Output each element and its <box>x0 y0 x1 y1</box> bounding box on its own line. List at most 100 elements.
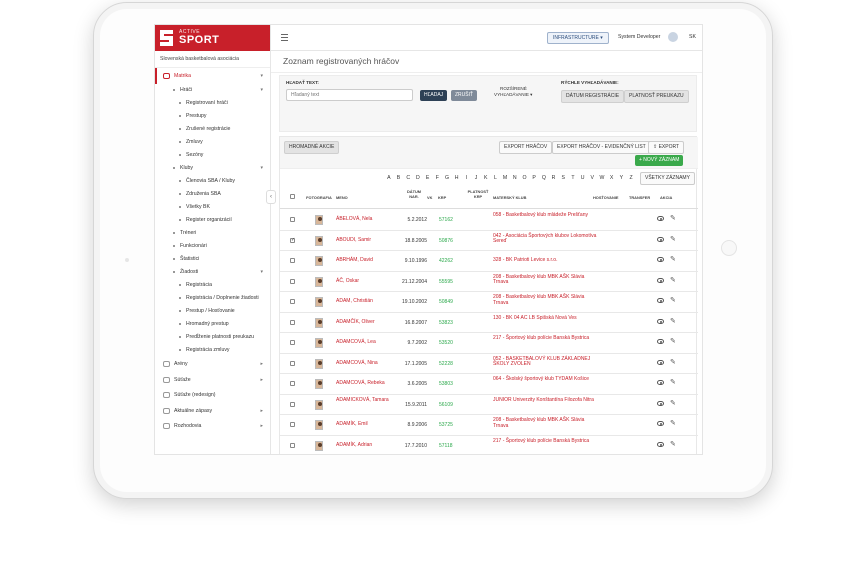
edit-pencil-icon[interactable]: ✎ <box>670 255 676 263</box>
player-club[interactable]: 042 - Asociácia Športových klubov Lokomo… <box>493 233 597 246</box>
infrastructure-dropdown[interactable]: INFRASTRUCTURE ▾ <box>547 32 609 44</box>
sidebar-item[interactable]: Súťaže ▸ <box>155 372 270 388</box>
row-checkbox[interactable] <box>290 401 295 407</box>
sidebar-item[interactable]: Tréneri <box>155 227 270 240</box>
alphabet-letter[interactable]: G <box>442 175 452 181</box>
edit-pencil-icon[interactable]: ✎ <box>670 358 676 366</box>
edit-pencil-icon[interactable]: ✎ <box>670 419 676 427</box>
player-name[interactable]: ABRHÁM, David <box>336 257 391 264</box>
player-name[interactable]: ABOUDI, Samir <box>336 237 391 244</box>
table-row[interactable]: ADAMÍK, Adrian 17.7.2010 57118 217 - Športo… <box>280 436 698 455</box>
row-checkbox[interactable] <box>290 319 295 325</box>
alphabet-letter[interactable]: I <box>462 175 472 181</box>
sidebar-item[interactable]: Arény ▸ <box>155 357 270 373</box>
view-eye-icon[interactable] <box>657 236 664 242</box>
player-name[interactable]: ADAMÍK, Emil <box>336 421 391 428</box>
export-players-button[interactable]: EXPORT HRÁČOV <box>499 141 553 154</box>
alphabet-letter[interactable]: L <box>491 175 501 181</box>
sidebar-item[interactable]: Hráči ▾ <box>155 84 270 97</box>
row-checkbox[interactable] <box>290 422 295 427</box>
player-club[interactable]: 064 - Školský športový klub TYDAM Košice <box>493 376 597 383</box>
sidebar-item[interactable]: Hromadný prestup <box>155 318 270 331</box>
column-loan[interactable]: HOSŤOVANIE <box>593 195 618 201</box>
column-vk[interactable]: VK <box>427 195 432 201</box>
alphabet-letter[interactable]: F <box>432 175 442 181</box>
column-club[interactable]: MATERSKÝ KLUB <box>493 195 526 201</box>
sidebar-item[interactable]: Všetky BK <box>155 201 270 214</box>
view-eye-icon[interactable] <box>657 359 664 365</box>
alphabet-letter[interactable]: U <box>578 175 588 181</box>
player-club[interactable]: 208 - Basketbalový klub MBK AŠK Slávia T… <box>493 274 597 287</box>
player-name[interactable]: ADAMČÍK, Oliver <box>336 319 391 326</box>
row-checkbox[interactable] <box>290 258 295 263</box>
row-checkbox[interactable] <box>290 299 295 304</box>
view-eye-icon[interactable] <box>657 298 664 303</box>
column-name[interactable]: MENO <box>336 195 348 201</box>
app-logo[interactable]: ACTIVE SPORT <box>155 25 270 51</box>
sidebar-item[interactable]: Register organizácií <box>155 214 270 227</box>
alphabet-letter[interactable]: C <box>403 175 413 181</box>
edit-pencil-icon[interactable]: ✎ <box>670 378 676 386</box>
edit-pencil-icon[interactable]: ✎ <box>670 235 676 243</box>
sidebar-item[interactable]: Sezóny <box>155 149 270 162</box>
sidebar-item[interactable]: Súťaže (redesign) <box>155 388 270 404</box>
column-valid-krp[interactable]: PLATNOSŤ KRP <box>465 189 491 199</box>
player-name[interactable]: ADAMÍK, Adrian <box>336 442 391 449</box>
view-eye-icon[interactable] <box>657 257 664 262</box>
alphabet-letter[interactable]: W <box>597 175 607 181</box>
column-krp[interactable]: KRP <box>438 195 446 201</box>
alphabet-letter[interactable]: H <box>452 175 462 181</box>
sidebar-item[interactable]: Predĺženie platnosti preukazu <box>155 331 270 344</box>
search-button[interactable]: HĽADAJ <box>420 90 448 101</box>
sidebar-item[interactable]: Registrácia zmluvy <box>155 344 270 357</box>
row-checkbox[interactable] <box>290 217 295 222</box>
row-checkbox[interactable] <box>290 442 295 448</box>
alphabet-letter[interactable]: N <box>510 175 520 181</box>
hamburger-menu-icon[interactable] <box>281 34 288 43</box>
cancel-button[interactable]: ZRUŠIŤ <box>451 90 478 101</box>
row-checkbox[interactable] <box>290 340 295 345</box>
sidebar-item[interactable]: Žiadosti ▾ <box>155 266 270 279</box>
alphabet-letter[interactable]: K <box>481 175 491 181</box>
alphabet-letter[interactable]: T <box>568 175 578 181</box>
player-club[interactable]: 052 - BASKETBALOVÝ KLUB ZÁKLADNEJ ŠKOLY … <box>493 356 597 369</box>
player-club[interactable]: 130 - BK 04 AC LB Spišská Nová Ves <box>493 315 597 322</box>
sidebar-item[interactable]: Združenia SBA <box>155 188 270 201</box>
alphabet-letter[interactable]: M <box>500 175 510 181</box>
player-name[interactable]: ADAMCOVÁ, Rebeka <box>336 380 391 387</box>
sidebar-item[interactable]: Zmluvy <box>155 136 270 149</box>
view-eye-icon[interactable] <box>657 380 664 385</box>
view-eye-icon[interactable] <box>657 318 664 324</box>
player-club[interactable]: 328 - BK Patrioti Levice s.r.o. <box>493 257 597 264</box>
player-name[interactable]: ADAMCOVÁ, Lea <box>336 339 391 346</box>
player-name[interactable]: ÁBELOVÁ, Nela <box>336 216 391 223</box>
sidebar-item[interactable]: Prestup / Hosťovanie <box>155 305 270 318</box>
sidebar-item[interactable]: Registrácia / Doplnenie žiadosti <box>155 292 270 305</box>
player-club[interactable]: 208 - Basketbalový klub MBK AŠK Slávia T… <box>493 294 597 307</box>
bulk-actions-button[interactable]: HROMADNÉ AKCIE <box>284 141 340 154</box>
search-input[interactable] <box>286 89 413 101</box>
player-club[interactable]: JUNIOR Univerzity Konštantína Filozofa N… <box>493 397 597 404</box>
alphabet-letter[interactable]: D <box>413 175 423 181</box>
new-record-button[interactable]: + NOVÝ ZÁZNAM <box>635 155 684 166</box>
view-eye-icon[interactable] <box>657 421 664 426</box>
export-evidence-sheet-button[interactable]: EXPORT HRÁČOV - EVIDENČNÝ LIST <box>552 141 651 154</box>
edit-pencil-icon[interactable]: ✎ <box>670 317 676 325</box>
alphabet-letter[interactable]: Y <box>617 175 627 181</box>
language-switch[interactable]: SK <box>689 34 696 40</box>
alphabet-letter[interactable]: O <box>520 175 530 181</box>
alphabet-letter[interactable]: Q <box>539 175 549 181</box>
table-row[interactable]: ADAMČÍK, Oliver 16.8.2007 53823 130 - BK 04… <box>280 313 698 333</box>
view-eye-icon[interactable] <box>657 216 664 221</box>
player-club[interactable]: 217 - Športový klub polície Banská Bystr… <box>493 335 597 342</box>
table-row[interactable]: ADAMCOVÁ, Lea 9.7.2002 53520 217 - Športový… <box>280 333 698 354</box>
table-row[interactable]: ABRHÁM, David 9.10.1996 42262 328 - BK Patr… <box>280 251 698 272</box>
alphabet-letter[interactable]: P <box>529 175 539 181</box>
quick-registration-date-button[interactable]: DÁTUM REGISTRÁCIE <box>561 90 625 103</box>
sidebar-item[interactable]: Registrovaní hráči <box>155 97 270 110</box>
table-row[interactable]: ADAMCOVÁ, Rebeka 3.6.2005 53803 064 - Škols… <box>280 374 698 395</box>
edit-pencil-icon[interactable]: ✎ <box>670 399 676 407</box>
select-all-checkbox[interactable] <box>290 194 295 199</box>
table-row[interactable]: ADAMICKOVÁ, Tamara 15.9.2011 56109 JUNIOR U… <box>280 395 698 415</box>
table-row[interactable]: ADAMCOVÁ, Nina 17.1.2005 52228 052 - BASKET… <box>280 354 698 374</box>
